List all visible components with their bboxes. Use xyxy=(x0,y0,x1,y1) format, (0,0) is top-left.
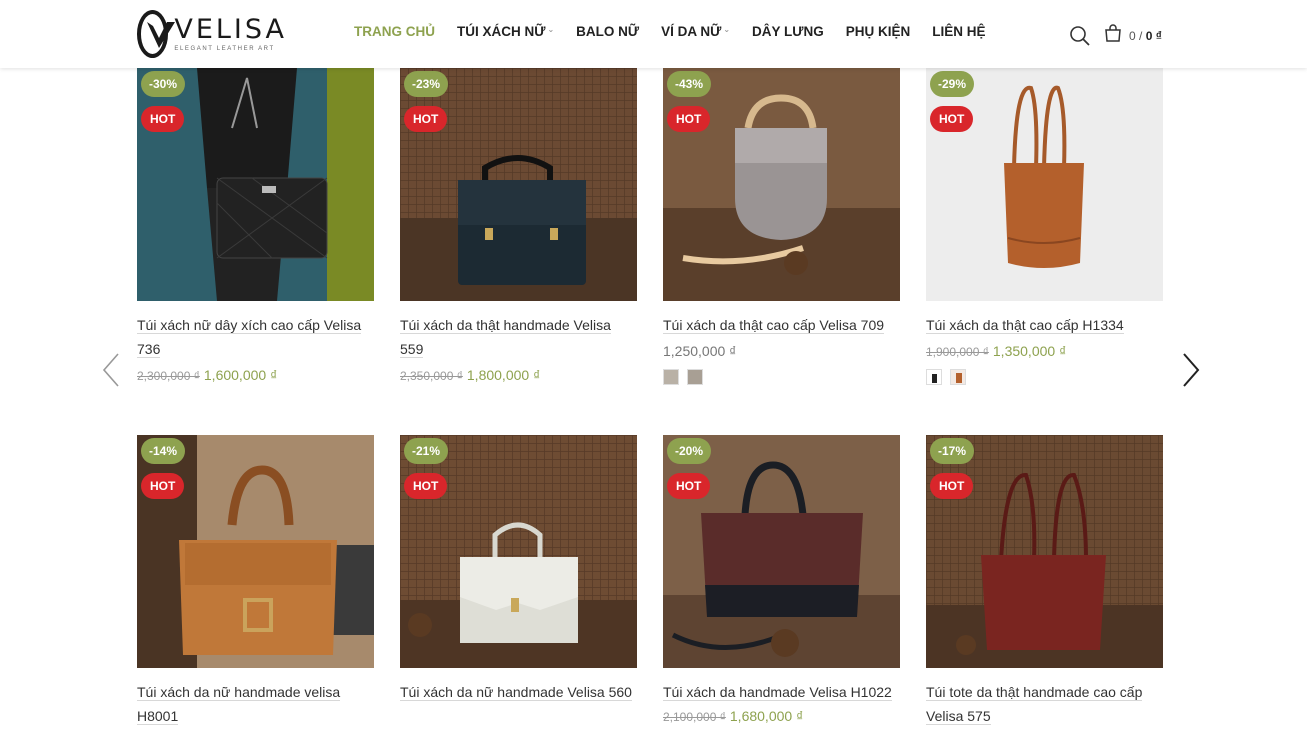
color-swatch[interactable] xyxy=(950,369,966,385)
prev-arrow-icon[interactable] xyxy=(100,352,124,388)
product-title[interactable]: Túi xách nữ dây xích cao cấp Velisa 736 xyxy=(137,313,374,361)
product-title[interactable]: Túi xách da thật cao cấp H1334 xyxy=(926,313,1163,337)
color-swatch[interactable] xyxy=(687,369,703,385)
cart-count: 0 / xyxy=(1129,28,1143,43)
sale-badge: -20% xyxy=(667,438,712,464)
sale-badge: -23% xyxy=(404,71,449,97)
product-image[interactable]: -29% HOT xyxy=(926,68,1163,301)
brand-logo[interactable]: VELISA ELEGANT LEATHER ART xyxy=(137,9,287,59)
product-image[interactable]: -17% HOT xyxy=(926,435,1163,668)
cart-button[interactable]: 0 / 0 ₫ xyxy=(1103,23,1162,48)
old-price: 1,900,000 ₫ xyxy=(926,345,989,359)
nav-label: TRANG CHỦ xyxy=(354,24,435,39)
color-swatches xyxy=(926,369,1163,385)
sale-price: 1,600,000 ₫ xyxy=(203,367,278,383)
product-title-text: Túi xách da nữ handmade velisa H8001 xyxy=(137,684,341,725)
product-title-text: Túi xách da thật handmade Velisa 559 xyxy=(400,317,611,358)
product-title[interactable]: Túi xách da handmade Velisa H1022 xyxy=(663,680,900,704)
product-title-text: Túi xách nữ dây xích cao cấp Velisa 736 xyxy=(137,317,362,358)
product-image[interactable]: -30% HOT xyxy=(137,68,374,301)
nav-label: VÍ DA NỮ xyxy=(661,24,722,39)
product-title[interactable]: Túi xách da nữ handmade velisa H8001 xyxy=(137,680,374,728)
main-nav: TRANG CHỦ TÚI XÁCH NỮ ⌄ BALO NỮ VÍ DA NỮ ⌄… xyxy=(354,24,1008,39)
nav-item-wallets[interactable]: VÍ DA NỮ ⌄ xyxy=(661,24,730,39)
brand-name: VELISA xyxy=(174,14,287,45)
nav-label: PHỤ KIỆN xyxy=(845,24,911,39)
hot-badge: HOT xyxy=(930,106,974,132)
sale-badge: -21% xyxy=(404,438,449,464)
hot-badge: HOT xyxy=(404,106,448,132)
product-image[interactable]: -21% HOT xyxy=(400,435,637,668)
product-card[interactable]: -17% HOT Túi tote da thật handmade cao c… xyxy=(926,435,1163,728)
product-price: 2,100,000 ₫ 1,680,000 ₫ xyxy=(663,708,900,724)
hot-badge: HOT xyxy=(667,473,711,499)
next-arrow-icon[interactable] xyxy=(1178,352,1202,388)
old-price: 2,100,000 ₫ xyxy=(663,710,726,724)
product-price: 2,300,000 ₫ 1,600,000 ₫ xyxy=(137,367,374,383)
product-title[interactable]: Túi xách da thật handmade Velisa 559 xyxy=(400,313,637,361)
color-swatches xyxy=(663,369,900,385)
nav-item-womens-handbags[interactable]: TÚI XÁCH NỮ ⌄ xyxy=(457,24,554,39)
product-image[interactable]: -14% HOT xyxy=(137,435,374,668)
chevron-down-icon: ⌄ xyxy=(723,25,731,34)
nav-label: TÚI XÁCH NỮ xyxy=(457,24,546,39)
nav-item-contact[interactable]: LIÊN HỆ xyxy=(932,24,985,39)
cart-summary: 0 / 0 ₫ xyxy=(1129,29,1162,43)
color-swatch[interactable] xyxy=(926,369,942,385)
product-title-text: Túi xách da thật cao cấp Velisa 709 xyxy=(663,317,885,334)
hot-badge: HOT xyxy=(667,106,711,132)
product-card[interactable]: -21% HOT Túi xách da nữ handmade Velisa … xyxy=(400,435,637,704)
logo-mark-icon xyxy=(137,10,175,58)
nav-label: DÂY LƯNG xyxy=(752,24,824,39)
nav-label: BALO NỮ xyxy=(576,24,640,39)
product-title-text: Túi tote da thật handmade cao cấp Velisa… xyxy=(926,684,1143,725)
sale-price: 1,350,000 ₫ xyxy=(992,343,1067,359)
product-title-text: Túi xách da thật cao cấp H1334 xyxy=(926,317,1124,334)
product-image[interactable]: -43% HOT xyxy=(663,68,900,301)
color-swatch[interactable] xyxy=(663,369,679,385)
nav-item-accessories[interactable]: PHỤ KIỆN xyxy=(846,24,911,39)
site-header: VELISA ELEGANT LEATHER ART TRANG CHỦ TÚI… xyxy=(0,0,1307,68)
product-image[interactable]: -20% HOT xyxy=(663,435,900,668)
product-price: 1,250,000 ₫ xyxy=(663,343,900,359)
product-card[interactable]: -23% HOT Túi xách da thật handmade Velis… xyxy=(400,68,637,383)
sale-badge: -43% xyxy=(667,71,712,97)
price: 1,250,000 ₫ xyxy=(663,343,737,359)
product-card[interactable]: -30% HOT Túi xách nữ dây xích cao cấp Ve… xyxy=(137,68,374,383)
product-card[interactable]: -20% HOT Túi xách da handmade Velisa H10… xyxy=(663,435,900,724)
brand-tagline: ELEGANT LEATHER ART xyxy=(174,46,275,52)
hot-badge: HOT xyxy=(930,473,974,499)
sale-badge: -29% xyxy=(930,71,975,97)
cart-bag-icon xyxy=(1103,23,1123,48)
sale-badge: -30% xyxy=(141,71,186,97)
nav-item-belts[interactable]: DÂY LƯNG xyxy=(752,24,824,39)
product-price: 1,900,000 ₫ 1,350,000 ₫ xyxy=(926,343,1163,359)
product-title[interactable]: Túi tote da thật handmade cao cấp Velisa… xyxy=(926,680,1163,728)
product-title[interactable]: Túi xách da thật cao cấp Velisa 709 xyxy=(663,313,900,337)
hot-badge: HOT xyxy=(141,106,185,132)
nav-item-backpacks[interactable]: BALO NỮ xyxy=(576,24,639,39)
sale-badge: -14% xyxy=(141,438,186,464)
sale-price: 1,800,000 ₫ xyxy=(466,367,541,383)
product-title-text: Túi xách da handmade Velisa H1022 xyxy=(663,684,892,701)
sale-price: 1,680,000 ₫ xyxy=(729,708,804,724)
product-title[interactable]: Túi xách da nữ handmade Velisa 560 xyxy=(400,680,637,704)
product-price: 2,350,000 ₫ 1,800,000 ₫ xyxy=(400,367,637,383)
product-card[interactable]: -14% HOT Túi xách da nữ handmade velisa … xyxy=(137,435,374,728)
sale-badge: -17% xyxy=(930,438,975,464)
hot-badge: HOT xyxy=(404,473,448,499)
search-icon[interactable] xyxy=(1069,25,1091,47)
product-card[interactable]: -43% HOT Túi xách da thật cao cấp Velisa… xyxy=(663,68,900,385)
hot-badge: HOT xyxy=(141,473,185,499)
product-title-text: Túi xách da nữ handmade Velisa 560 xyxy=(400,684,632,701)
cart-total: 0 ₫ xyxy=(1145,28,1162,43)
chevron-down-icon: ⌄ xyxy=(547,25,555,34)
nav-label: LIÊN HỆ xyxy=(932,24,986,39)
old-price: 2,300,000 ₫ xyxy=(137,369,200,383)
old-price: 2,350,000 ₫ xyxy=(400,369,463,383)
product-image[interactable]: -23% HOT xyxy=(400,68,637,301)
product-card[interactable]: -29% HOT Túi xách da thật cao cấp H1334 … xyxy=(926,68,1163,385)
nav-item-home[interactable]: TRANG CHỦ xyxy=(354,24,435,39)
